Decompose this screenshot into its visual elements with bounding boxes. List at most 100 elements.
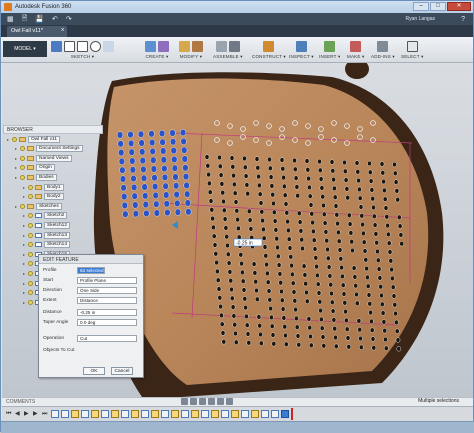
ok-button[interactable]: OK bbox=[83, 367, 105, 375]
operation-select[interactable]: Cut bbox=[77, 334, 137, 342]
comments-bar[interactable]: COMMENTS bbox=[2, 397, 473, 406]
timeline-feature-icon[interactable] bbox=[131, 410, 139, 418]
toolbar-group-insert[interactable]: INSERT ▾ bbox=[319, 39, 340, 61]
browser-item[interactable]: ▸ Sketch13 bbox=[23, 231, 71, 239]
orbit-icon[interactable] bbox=[181, 398, 188, 405]
revolve-icon[interactable] bbox=[158, 40, 169, 52]
fillet-icon[interactable] bbox=[192, 40, 203, 52]
3d-print-icon[interactable] bbox=[350, 40, 362, 52]
minimize-button[interactable]: – bbox=[413, 2, 429, 11]
timeline-sketch-icon[interactable] bbox=[61, 410, 69, 418]
step-forward-icon[interactable]: ▶ bbox=[33, 411, 40, 418]
browser-item[interactable]: ▸ Body1 bbox=[23, 183, 64, 191]
timeline-sketch-icon[interactable] bbox=[161, 410, 169, 418]
timeline-sketch-icon[interactable] bbox=[101, 410, 109, 418]
help-icon[interactable]: ? bbox=[461, 16, 465, 23]
timeline-sketch-icon[interactable] bbox=[221, 410, 229, 418]
step-back-icon[interactable]: ◀ bbox=[15, 411, 22, 418]
dimension-input[interactable]: -0.25 in bbox=[233, 238, 263, 247]
timeline-feature-icon[interactable] bbox=[211, 410, 219, 418]
cancel-button[interactable]: Cancel bbox=[111, 367, 133, 375]
timeline-feature-icon[interactable] bbox=[281, 410, 289, 418]
visibility-bulb-icon[interactable] bbox=[20, 174, 25, 180]
direction-select[interactable]: One Side bbox=[77, 286, 137, 294]
close-button[interactable]: ✕ bbox=[447, 2, 471, 11]
extrude-icon[interactable] bbox=[145, 40, 156, 52]
start-select[interactable]: Profile Plane bbox=[77, 276, 137, 284]
3d-viewport[interactable]: -0.25 in BROWSER ▸ Owl Fall v11 ▸ Document … bbox=[2, 63, 473, 397]
select-arrow-icon[interactable] bbox=[406, 40, 418, 52]
visibility-bulb-icon[interactable] bbox=[20, 146, 25, 152]
visibility-bulb-icon[interactable] bbox=[28, 222, 33, 228]
scripts-icon[interactable] bbox=[377, 40, 389, 52]
visibility-bulb-icon[interactable] bbox=[20, 155, 25, 161]
browser-item[interactable]: ▸ Bodies bbox=[15, 173, 57, 181]
extent-select[interactable]: Distance bbox=[77, 296, 137, 304]
timeline-sketch-icon[interactable] bbox=[241, 410, 249, 418]
browser-item[interactable]: ▸ Owl Fall v11 bbox=[7, 135, 61, 143]
distance-input[interactable]: -0.25 in bbox=[77, 308, 137, 316]
visibility-bulb-icon[interactable] bbox=[28, 299, 33, 305]
visibility-bulb-icon[interactable] bbox=[28, 232, 33, 238]
offset-plane-icon[interactable] bbox=[263, 40, 275, 52]
visibility-bulb-icon[interactable] bbox=[28, 251, 33, 257]
arc-icon[interactable] bbox=[90, 40, 101, 52]
timeline-feature-icon[interactable] bbox=[151, 410, 159, 418]
toolbar-group-select[interactable]: SELECT ▾ bbox=[401, 39, 424, 61]
toolbar-group-sketch[interactable]: SKETCH ▾ bbox=[51, 39, 114, 61]
browser-item[interactable]: ▸ Sketch12 bbox=[23, 221, 71, 229]
visibility-bulb-icon[interactable] bbox=[20, 165, 25, 171]
toolbar-group-modify[interactable]: MODIFY ▾ bbox=[179, 39, 203, 61]
component-icon[interactable] bbox=[228, 40, 240, 52]
timeline-sketch-icon[interactable] bbox=[81, 410, 89, 418]
visibility-bulb-icon[interactable] bbox=[28, 290, 33, 296]
workspace-switcher[interactable]: MODEL ▾ bbox=[3, 41, 47, 57]
visibility-bulb-icon[interactable] bbox=[28, 280, 33, 286]
grid-menu-icon[interactable]: ▦ bbox=[7, 15, 14, 23]
fast-forward-icon[interactable]: ⏭ bbox=[42, 411, 49, 418]
visibility-bulb-icon[interactable] bbox=[20, 203, 25, 209]
browser-header[interactable]: BROWSER bbox=[3, 125, 103, 134]
joint-icon[interactable] bbox=[215, 40, 227, 52]
timeline-feature-icon[interactable] bbox=[71, 410, 79, 418]
visibility-bulb-icon[interactable] bbox=[28, 194, 33, 200]
visibility-bulb-icon[interactable] bbox=[12, 136, 17, 142]
visibility-bulb-icon[interactable] bbox=[28, 261, 33, 267]
zoom-icon[interactable] bbox=[199, 398, 206, 405]
rewind-icon[interactable]: ⏮ bbox=[6, 411, 13, 418]
objects-to-cut-row[interactable]: Objects To Cut bbox=[43, 346, 123, 354]
toolbar-group-make[interactable]: MAKE ▾ bbox=[347, 39, 364, 61]
timeline-marker[interactable] bbox=[291, 408, 293, 420]
timeline-feature-icon[interactable] bbox=[231, 410, 239, 418]
timeline-sketch-icon[interactable] bbox=[271, 410, 279, 418]
redo-icon[interactable]: ↷ bbox=[66, 15, 72, 23]
timeline-sketch-icon[interactable] bbox=[201, 410, 209, 418]
save-icon[interactable]: 💾 bbox=[35, 15, 44, 23]
insert-image-icon[interactable] bbox=[324, 40, 336, 52]
timeline-sketch-icon[interactable] bbox=[141, 410, 149, 418]
play-icon[interactable]: ▶ bbox=[24, 411, 31, 418]
browser-item[interactable]: ▸ Body2 bbox=[23, 193, 64, 201]
toolbar-group-assemble[interactable]: ASSEMBLE ▾ bbox=[213, 39, 243, 61]
grid-settings-icon[interactable] bbox=[226, 398, 233, 405]
sketch-icon[interactable] bbox=[51, 40, 62, 52]
visibility-bulb-icon[interactable] bbox=[28, 270, 33, 276]
browser-item[interactable]: ▸ Origin bbox=[15, 164, 55, 172]
toolbar-group-inspect[interactable]: INSPECT ▾ bbox=[289, 39, 314, 61]
fit-icon[interactable] bbox=[208, 398, 215, 405]
file-icon[interactable]: 🗎 bbox=[22, 14, 28, 25]
browser-item[interactable]: ▸ Sketch14 bbox=[23, 241, 71, 249]
stop-sketch-icon[interactable] bbox=[103, 40, 114, 52]
toolbar-group-addins[interactable]: ADD-INS ▾ bbox=[371, 39, 395, 61]
objects-to-cut-label[interactable]: Objects To Cut bbox=[43, 348, 123, 353]
document-tab[interactable]: Owl Fall v11* x bbox=[7, 26, 67, 37]
timeline-sketch-icon[interactable] bbox=[261, 410, 269, 418]
browser-item[interactable]: ▸ Sketch2 bbox=[23, 212, 68, 220]
browser-item[interactable]: ▸ Document Settings bbox=[15, 145, 83, 153]
visibility-bulb-icon[interactable] bbox=[28, 184, 33, 190]
rectangle-icon[interactable] bbox=[77, 40, 88, 52]
taper-angle-input[interactable]: 0.0 deg bbox=[77, 318, 137, 326]
timeline-feature-icon[interactable] bbox=[171, 410, 179, 418]
timeline-feature-icon[interactable] bbox=[91, 410, 99, 418]
user-name[interactable]: Ryan Langas bbox=[406, 16, 435, 22]
